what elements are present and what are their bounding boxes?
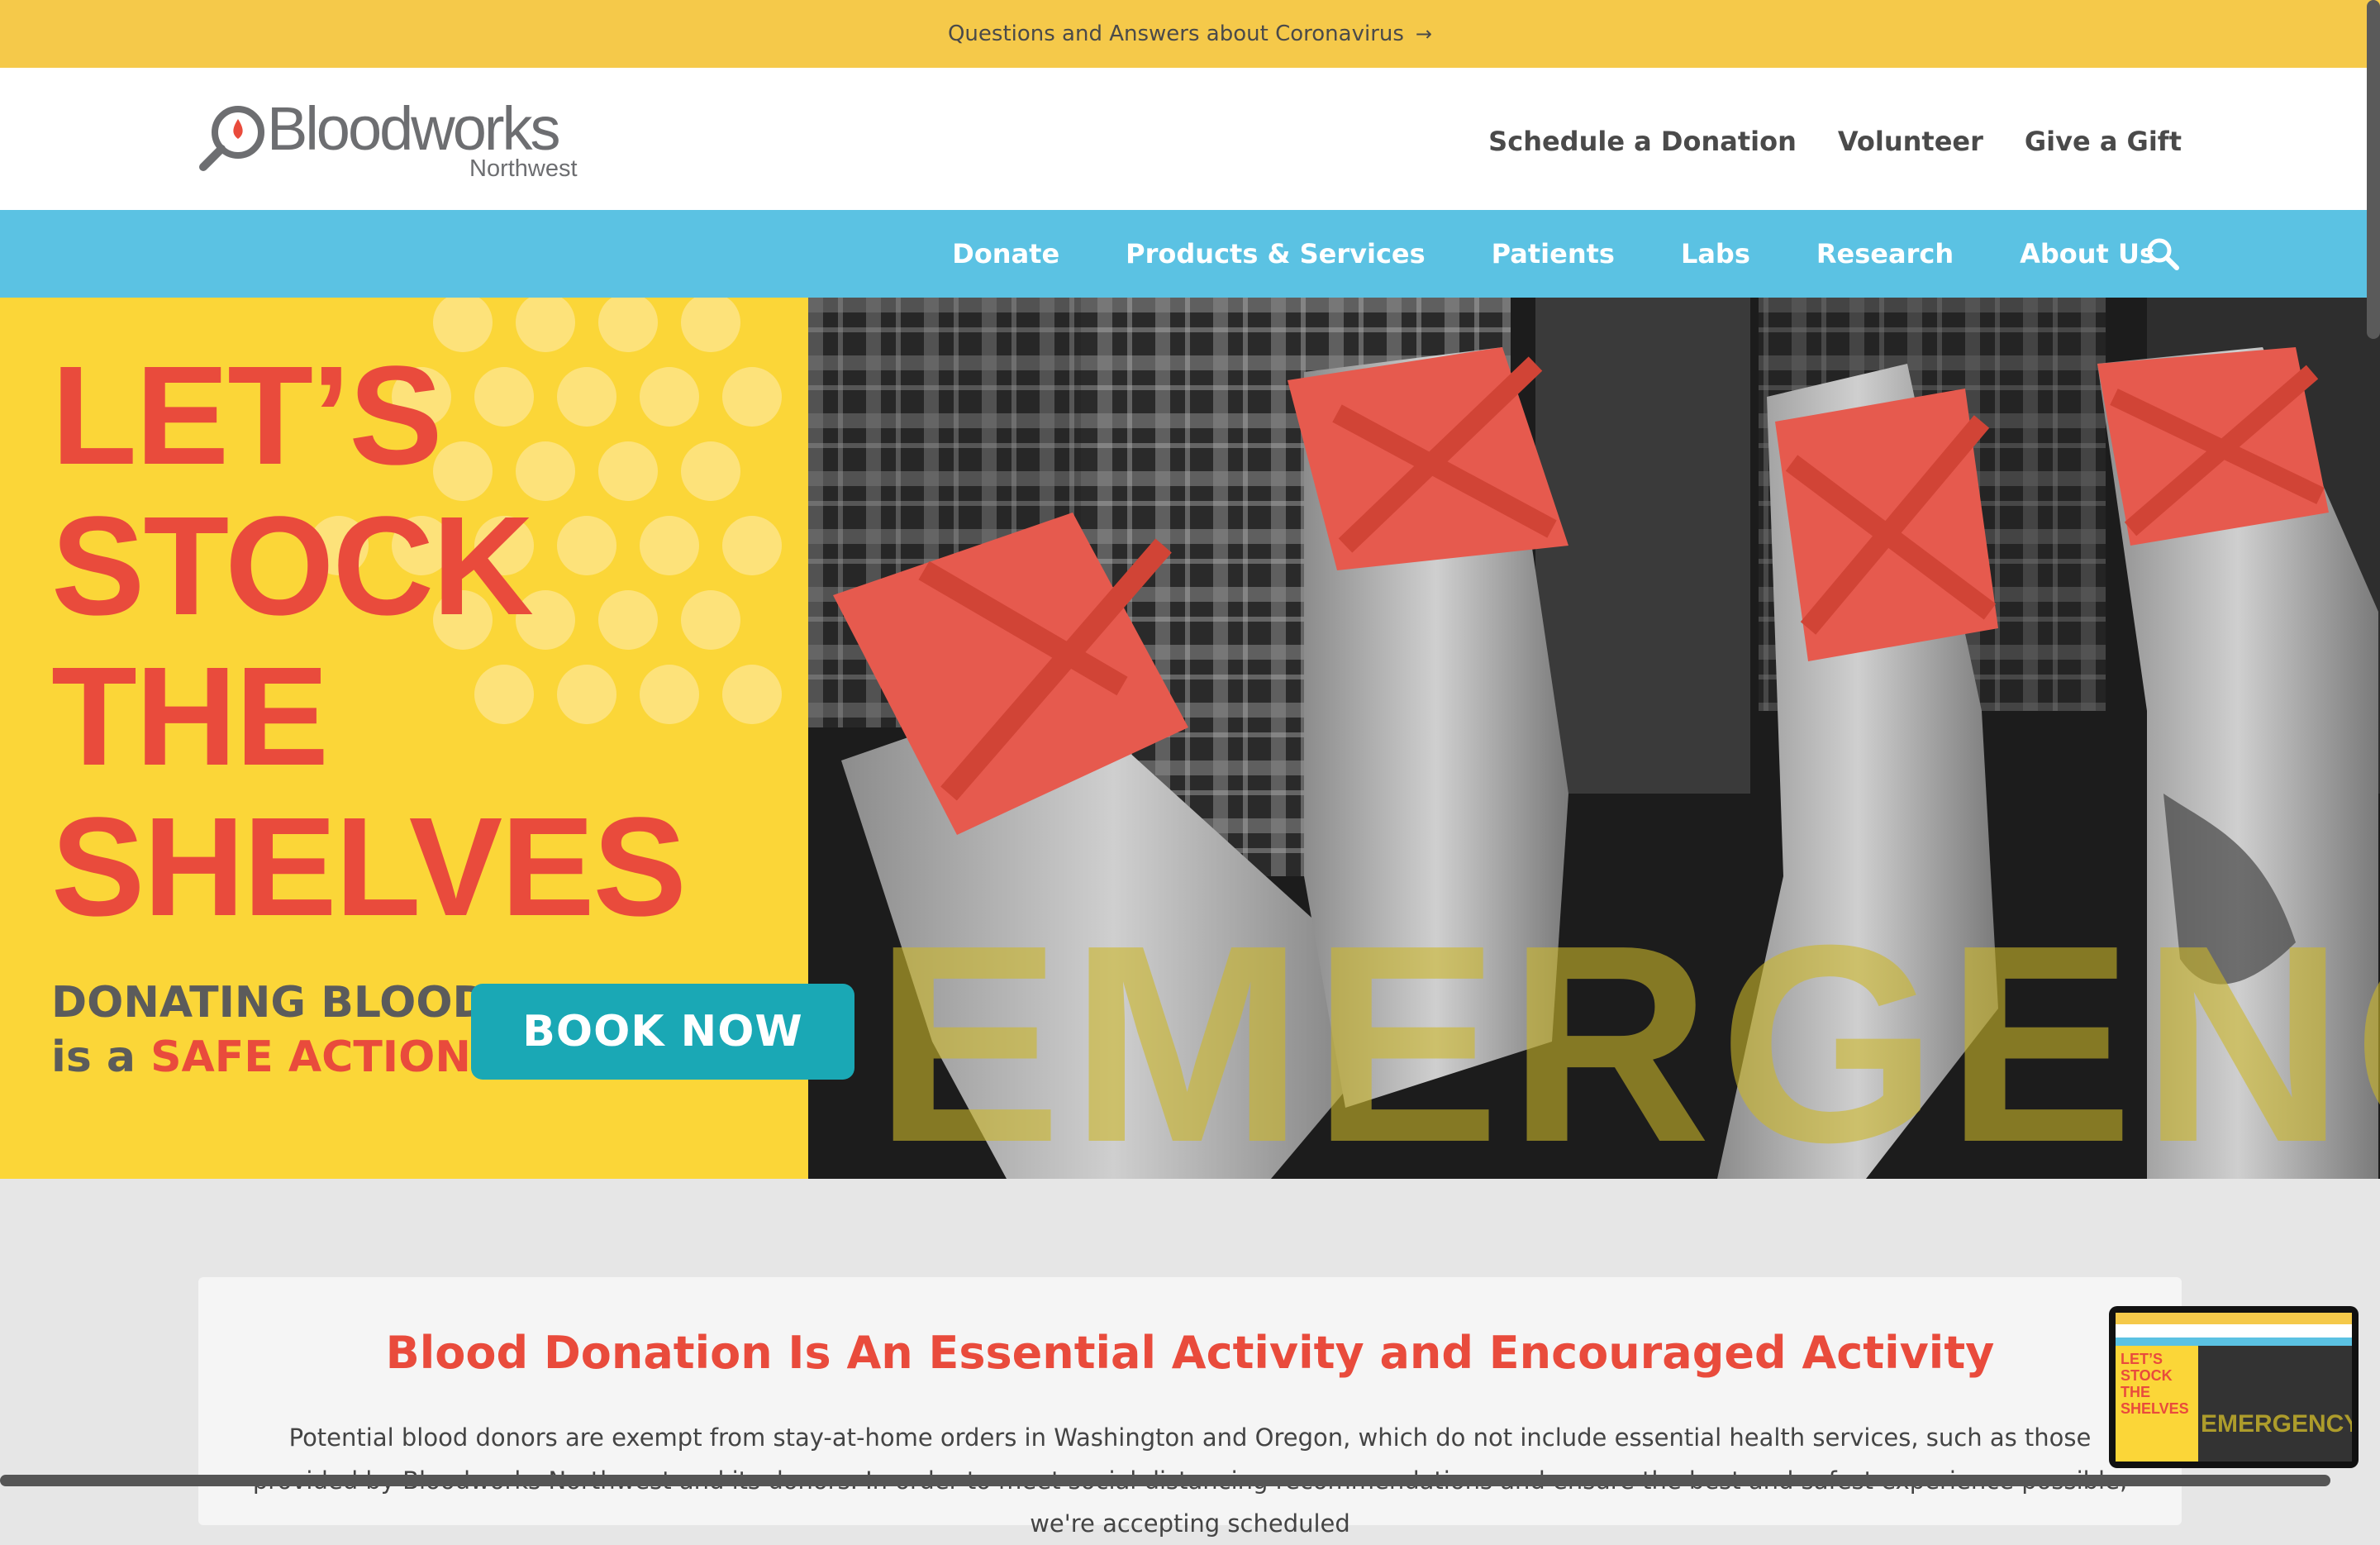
utility-nav: Schedule a Donation Volunteer Give a Gif… — [1488, 126, 2182, 157]
schedule-donation-link[interactable]: Schedule a Donation — [1488, 126, 1797, 157]
magnifier-drop-icon — [199, 106, 264, 171]
thumbnail-header — [2116, 1324, 2352, 1338]
horizontal-scrollbar[interactable] — [0, 1475, 2330, 1486]
search-icon[interactable] — [2144, 235, 2182, 273]
volunteer-link[interactable]: Volunteer — [1838, 126, 1983, 157]
hero-banner[interactable]: LET’S STOCK THE SHELVES DONATING BLOOD i… — [0, 298, 2380, 1179]
logo[interactable]: Bloodworks Northwest — [197, 94, 593, 182]
content-title: Blood Donation Is An Essential Activity … — [385, 1327, 1995, 1379]
site-header: Bloodworks Northwest Schedule a Donation… — [0, 68, 2380, 210]
logo-subtitle: Northwest — [469, 155, 578, 182]
headline-line: THE — [51, 638, 329, 795]
thumbnail-promo: LET’S STOCK THE SHELVES — [2116, 1346, 2199, 1462]
thumbnail-emergency-text: EMERGENCY — [2200, 1410, 2352, 1438]
donating-safe-text: DONATING BLOOD is a SAFE ACTION — [51, 975, 488, 1085]
donating-line1: DONATING BLOOD — [51, 978, 488, 1028]
headline-line: SHELVES — [51, 789, 687, 946]
thumbnail-headline-line: THE — [2121, 1384, 2150, 1400]
thumbnail-alert-bar — [2116, 1313, 2352, 1324]
arrow-right-icon: → — [1415, 22, 1433, 45]
vertical-scrollbar[interactable] — [2367, 0, 2380, 339]
nav-research[interactable]: Research — [1816, 238, 1954, 269]
nav-labs[interactable]: Labs — [1681, 238, 1750, 269]
nav-donate[interactable]: Donate — [952, 238, 1059, 269]
emergency-overlay-text: EMERGENCY — [874, 887, 2380, 1179]
screenshot-thumbnail[interactable]: LET’S STOCK THE SHELVES EMERGENCY — [2109, 1306, 2359, 1468]
thumbnail-headline-line: SHELVES — [2121, 1400, 2189, 1417]
headline-line: LET’S — [51, 337, 443, 494]
thumbnail-headline-line: LET’S — [2121, 1351, 2163, 1367]
hero-headline: LET’S STOCK THE SHELVES — [51, 337, 687, 946]
thumbnail-headline-line: STOCK — [2121, 1367, 2173, 1384]
donating-prefix: is a — [51, 1032, 136, 1082]
logo-wordmark: Bloodworks — [267, 94, 561, 163]
nav-products-services[interactable]: Products & Services — [1126, 238, 1425, 269]
thumbnail-preview: LET’S STOCK THE SHELVES EMERGENCY — [2116, 1313, 2352, 1462]
thumbnail-nav — [2116, 1338, 2352, 1346]
give-gift-link[interactable]: Give a Gift — [2025, 126, 2182, 157]
alert-text[interactable]: Questions and Answers about Coronavirus — [948, 21, 1404, 46]
book-now-button[interactable]: BOOK NOW — [471, 984, 854, 1080]
coronavirus-alert-bar[interactable]: Questions and Answers about Coronavirus … — [0, 0, 2380, 68]
nav-patients[interactable]: Patients — [1492, 238, 1615, 269]
nav-about-us[interactable]: About Us — [2020, 238, 2155, 269]
thumbnail-headline: LET’S STOCK THE SHELVES — [2121, 1351, 2189, 1417]
safe-action-text: SAFE ACTION — [150, 1032, 471, 1082]
thumbnail-photo — [2198, 1346, 2352, 1462]
donating-line2: is a SAFE ACTION — [51, 1030, 488, 1085]
headline-line: STOCK — [51, 488, 534, 645]
main-nav: Donate Products & Services Patients Labs… — [0, 210, 2380, 298]
content-card: Blood Donation Is An Essential Activity … — [198, 1277, 2182, 1538]
